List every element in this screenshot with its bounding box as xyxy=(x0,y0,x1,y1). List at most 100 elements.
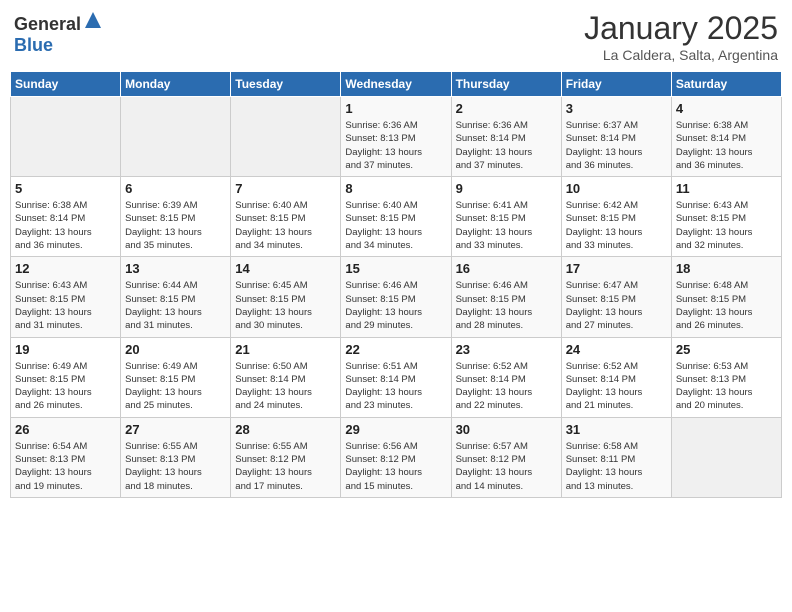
day-info: Sunrise: 6:50 AMSunset: 8:14 PMDaylight:… xyxy=(235,360,336,413)
calendar-cell: 29 Sunrise: 6:56 AMSunset: 8:12 PMDayligh… xyxy=(341,417,451,497)
calendar-cell: 2Sunrise: 6:36 AMSunset: 8:14 PMDaylight… xyxy=(451,97,561,177)
header-row: SundayMondayTuesdayWednesdayThursdayFrid… xyxy=(11,72,782,97)
day-number: 2 xyxy=(456,101,557,116)
day-number: 30 xyxy=(456,422,557,437)
calendar-cell: 19 Sunrise: 6:49 AMSunset: 8:15 PMDayligh… xyxy=(11,337,121,417)
day-info: Sunrise: 6:55 AMSunset: 8:13 PMDaylight:… xyxy=(125,440,226,493)
day-number: 27 xyxy=(125,422,226,437)
logo-text: General Blue xyxy=(14,10,103,56)
page-header: General Blue January 2025 La Caldera, Sa… xyxy=(10,10,782,63)
title-block: January 2025 La Caldera, Salta, Argentin… xyxy=(584,10,778,63)
header-cell-friday: Friday xyxy=(561,72,671,97)
calendar-cell: 18 Sunrise: 6:48 AMSunset: 8:15 PMDayligh… xyxy=(671,257,781,337)
day-number: 17 xyxy=(566,261,667,276)
calendar-week-4: 26 Sunrise: 6:54 AMSunset: 8:13 PMDayligh… xyxy=(11,417,782,497)
calendar-cell xyxy=(671,417,781,497)
day-number: 24 xyxy=(566,342,667,357)
header-cell-thursday: Thursday xyxy=(451,72,561,97)
calendar-cell: 17Sunrise: 6:47 AMSunset: 8:15 PMDayligh… xyxy=(561,257,671,337)
calendar-cell: 27 Sunrise: 6:55 AMSunset: 8:13 PMDayligh… xyxy=(121,417,231,497)
calendar-cell: 5Sunrise: 6:38 AMSunset: 8:14 PMDaylight… xyxy=(11,177,121,257)
day-info: Sunrise: 6:46 AMSunset: 8:15 PMDaylight:… xyxy=(345,279,446,332)
calendar-cell: 3 Sunrise: 6:37 AMSunset: 8:14 PMDaylight… xyxy=(561,97,671,177)
day-info: Sunrise: 6:37 AMSunset: 8:14 PMDaylight:… xyxy=(566,119,667,172)
day-number: 28 xyxy=(235,422,336,437)
day-number: 29 xyxy=(345,422,446,437)
calendar-cell: 8 Sunrise: 6:40 AMSunset: 8:15 PMDaylight… xyxy=(341,177,451,257)
day-info: Sunrise: 6:38 AMSunset: 8:14 PMDaylight:… xyxy=(15,199,116,252)
day-info: Sunrise: 6:41 AMSunset: 8:15 PMDaylight:… xyxy=(456,199,557,252)
calendar-cell: 11 Sunrise: 6:43 AMSunset: 8:15 PMDayligh… xyxy=(671,177,781,257)
day-info: Sunrise: 6:46 AMSunset: 8:15 PMDaylight:… xyxy=(456,279,557,332)
day-number: 16 xyxy=(456,261,557,276)
header-cell-tuesday: Tuesday xyxy=(231,72,341,97)
header-cell-saturday: Saturday xyxy=(671,72,781,97)
day-info: Sunrise: 6:56 AMSunset: 8:12 PMDaylight:… xyxy=(345,440,446,493)
calendar-cell: 28 Sunrise: 6:55 AMSunset: 8:12 PMDayligh… xyxy=(231,417,341,497)
calendar-cell: 23 Sunrise: 6:52 AMSunset: 8:14 PMDayligh… xyxy=(451,337,561,417)
day-info: Sunrise: 6:48 AMSunset: 8:15 PMDaylight:… xyxy=(676,279,777,332)
calendar-cell: 25 Sunrise: 6:53 AMSunset: 8:13 PMDayligh… xyxy=(671,337,781,417)
day-info: Sunrise: 6:40 AMSunset: 8:15 PMDaylight:… xyxy=(235,199,336,252)
day-info: Sunrise: 6:55 AMSunset: 8:12 PMDaylight:… xyxy=(235,440,336,493)
day-number: 23 xyxy=(456,342,557,357)
day-number: 22 xyxy=(345,342,446,357)
calendar-cell xyxy=(231,97,341,177)
day-number: 9 xyxy=(456,181,557,196)
day-info: Sunrise: 6:39 AMSunset: 8:15 PMDaylight:… xyxy=(125,199,226,252)
calendar-week-0: 1 Sunrise: 6:36 AMSunset: 8:13 PMDaylight… xyxy=(11,97,782,177)
day-number: 13 xyxy=(125,261,226,276)
day-number: 3 xyxy=(566,101,667,116)
calendar-cell: 15 Sunrise: 6:46 AMSunset: 8:15 PMDayligh… xyxy=(341,257,451,337)
day-info: Sunrise: 6:49 AMSunset: 8:15 PMDaylight:… xyxy=(15,360,116,413)
logo: General Blue xyxy=(14,10,103,56)
day-info: Sunrise: 6:57 AMSunset: 8:12 PMDaylight:… xyxy=(456,440,557,493)
day-number: 11 xyxy=(676,181,777,196)
calendar-cell: 24 Sunrise: 6:52 AMSunset: 8:14 PMDayligh… xyxy=(561,337,671,417)
calendar-cell: 21 Sunrise: 6:50 AMSunset: 8:14 PMDayligh… xyxy=(231,337,341,417)
month-year: January 2025 xyxy=(584,10,778,47)
day-info: Sunrise: 6:43 AMSunset: 8:15 PMDaylight:… xyxy=(676,199,777,252)
calendar-cell: 13Sunrise: 6:44 AMSunset: 8:15 PMDayligh… xyxy=(121,257,231,337)
header-cell-sunday: Sunday xyxy=(11,72,121,97)
day-number: 18 xyxy=(676,261,777,276)
day-number: 15 xyxy=(345,261,446,276)
calendar-cell: 6Sunrise: 6:39 AMSunset: 8:15 PMDaylight… xyxy=(121,177,231,257)
day-number: 25 xyxy=(676,342,777,357)
header-cell-monday: Monday xyxy=(121,72,231,97)
day-info: Sunrise: 6:53 AMSunset: 8:13 PMDaylight:… xyxy=(676,360,777,413)
day-number: 26 xyxy=(15,422,116,437)
day-number: 20 xyxy=(125,342,226,357)
day-number: 8 xyxy=(345,181,446,196)
location: La Caldera, Salta, Argentina xyxy=(584,47,778,63)
day-number: 31 xyxy=(566,422,667,437)
day-number: 21 xyxy=(235,342,336,357)
calendar-cell: 20Sunrise: 6:49 AMSunset: 8:15 PMDayligh… xyxy=(121,337,231,417)
day-number: 1 xyxy=(345,101,446,116)
day-info: Sunrise: 6:43 AMSunset: 8:15 PMDaylight:… xyxy=(15,279,116,332)
calendar-cell: 1 Sunrise: 6:36 AMSunset: 8:13 PMDaylight… xyxy=(341,97,451,177)
day-info: Sunrise: 6:54 AMSunset: 8:13 PMDaylight:… xyxy=(15,440,116,493)
day-info: Sunrise: 6:52 AMSunset: 8:14 PMDaylight:… xyxy=(566,360,667,413)
calendar-table: SundayMondayTuesdayWednesdayThursdayFrid… xyxy=(10,71,782,498)
day-info: Sunrise: 6:42 AMSunset: 8:15 PMDaylight:… xyxy=(566,199,667,252)
logo-blue: Blue xyxy=(14,35,53,55)
calendar-cell: 22 Sunrise: 6:51 AMSunset: 8:14 PMDayligh… xyxy=(341,337,451,417)
day-info: Sunrise: 6:52 AMSunset: 8:14 PMDaylight:… xyxy=(456,360,557,413)
calendar-cell xyxy=(11,97,121,177)
calendar-cell: 30 Sunrise: 6:57 AMSunset: 8:12 PMDayligh… xyxy=(451,417,561,497)
header-cell-wednesday: Wednesday xyxy=(341,72,451,97)
calendar-cell: 26 Sunrise: 6:54 AMSunset: 8:13 PMDayligh… xyxy=(11,417,121,497)
day-info: Sunrise: 6:40 AMSunset: 8:15 PMDaylight:… xyxy=(345,199,446,252)
day-info: Sunrise: 6:36 AMSunset: 8:13 PMDaylight:… xyxy=(345,119,446,172)
day-number: 10 xyxy=(566,181,667,196)
day-number: 12 xyxy=(15,261,116,276)
day-number: 14 xyxy=(235,261,336,276)
day-number: 19 xyxy=(15,342,116,357)
day-number: 7 xyxy=(235,181,336,196)
calendar-cell: 16 Sunrise: 6:46 AMSunset: 8:15 PMDayligh… xyxy=(451,257,561,337)
day-info: Sunrise: 6:51 AMSunset: 8:14 PMDaylight:… xyxy=(345,360,446,413)
calendar-cell: 10 Sunrise: 6:42 AMSunset: 8:15 PMDayligh… xyxy=(561,177,671,257)
calendar-week-1: 5Sunrise: 6:38 AMSunset: 8:14 PMDaylight… xyxy=(11,177,782,257)
day-info: Sunrise: 6:38 AMSunset: 8:14 PMDaylight:… xyxy=(676,119,777,172)
